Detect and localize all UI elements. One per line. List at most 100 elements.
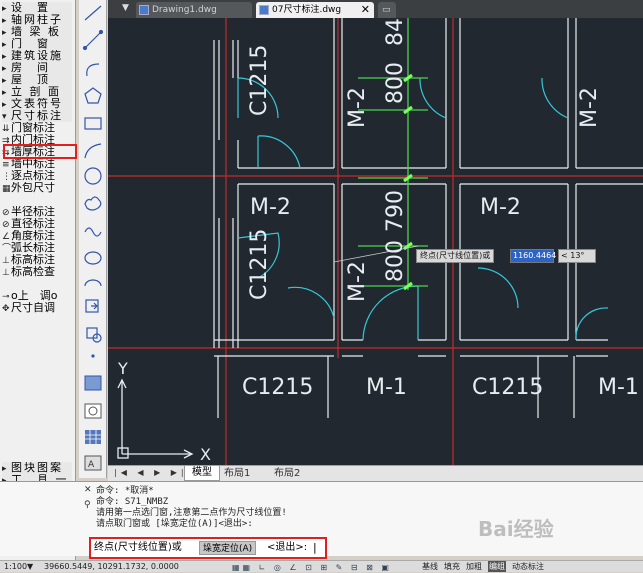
menu-item-label: o上 调o	[11, 290, 58, 302]
text-cursor: |	[313, 541, 317, 554]
menu-item[interactable]: ▸ 墙 梁 板	[2, 26, 72, 38]
new-tab-button[interactable]: ▭	[378, 2, 396, 18]
command-history-line: 请用第一点选门窗,注意第二点作为尺寸线位置!	[96, 508, 287, 518]
menu-item[interactable]: ▸ 图块图案	[2, 462, 72, 474]
label-m2-d: M-2	[577, 87, 602, 128]
menu-item[interactable]: ▸ 文表符号	[2, 98, 72, 110]
draw-toolbar-icons: A	[82, 5, 104, 471]
menu-item[interactable]: ▸ 轴网柱子	[2, 14, 72, 26]
toggle-baseline[interactable]: 基线	[422, 561, 438, 572]
menu-item-label: 门 窗	[11, 38, 50, 50]
menu-item-icon: ▸	[2, 64, 7, 74]
menu-item-icon: ⌒	[2, 244, 12, 254]
dim-text-790: 790	[383, 190, 408, 232]
menu-item-label: 标高标注	[11, 254, 55, 266]
command-history-line: 请点取门窗或 [垛宽定位(A)]<退出>:	[96, 519, 253, 529]
menu-item-label: 弧长标注	[11, 242, 55, 254]
menu-item[interactable]: ▦外包尺寸	[2, 182, 72, 194]
command-prompt: 终点(尺寸线位置)或	[94, 542, 182, 553]
label-m1-a: M-1	[366, 375, 407, 400]
floor-plan: C1215 C1215 C1215 C1215 M-2 M-2 M-2 M-2 …	[108, 18, 643, 465]
menu-item[interactable]: ▸ 立 剖 面	[2, 86, 72, 98]
menu-item[interactable]: ▸ 设 置	[2, 2, 72, 14]
menu-item-icon: ⊥	[2, 256, 10, 266]
toggle-bold[interactable]: 加粗	[466, 561, 482, 572]
drafting-toggle-icons[interactable]: ▦▦ ∟ ◎ ∠ ⊡ ⊞ ✎ ⊟ ⊠ ▣	[232, 562, 392, 573]
command-close-icon[interactable]: ✕	[84, 485, 92, 495]
tab-dimension-dwg[interactable]: 07尺寸标注.dwg ✕	[256, 2, 374, 18]
menu-item[interactable]: ⋮逐点标注	[2, 170, 72, 182]
menu-item[interactable]: ⊥标高标注	[2, 254, 72, 266]
option-pier-width-button[interactable]: 垛宽定位(A)	[199, 541, 257, 555]
menu-item[interactable]: ▸ 房 间	[2, 62, 72, 74]
menu-item-label: 轴网柱子	[11, 14, 63, 26]
tab-drawing1[interactable]: Drawing1.dwg	[136, 2, 252, 18]
dim-text-800-top: 800	[383, 62, 408, 104]
coordinate-readout: 39660.5449, 10291.1732, 0.0000	[44, 562, 179, 571]
menu-item-label: 标高检查	[11, 266, 55, 278]
menu-item[interactable]: ⊸o上 调o	[2, 290, 72, 302]
close-tab-icon[interactable]: ✕	[361, 2, 370, 18]
command-input-line[interactable]: 终点(尺寸线位置)或 垛宽定位(A) <退出>: |	[89, 537, 327, 559]
command-history-line: 命令: S71_NMBZ	[96, 497, 169, 507]
menu-item-icon: ⋮	[2, 172, 11, 182]
draw-toolbar: A	[79, 0, 107, 478]
menu-item-icon: ∠	[2, 232, 11, 242]
menu-item-icon: ▦	[2, 184, 11, 194]
menu-item[interactable]: ⊥标高检查	[2, 266, 72, 278]
exit-option[interactable]: <退出>:	[267, 541, 307, 555]
layout-nav-buttons[interactable]: |◀ ◀ ▶ ▶|	[114, 468, 188, 477]
svg-text:A: A	[88, 460, 95, 470]
tab-menu-chevron-icon[interactable]: ▼	[122, 3, 129, 13]
highlight-box-inner-door-dim	[3, 144, 77, 159]
menu-item-label: 设 置	[11, 2, 50, 14]
command-history-line: 命令: *取消*	[96, 486, 154, 496]
menu-item-label: 房 间	[11, 62, 50, 74]
angle-input-field[interactable]: < 13°	[558, 249, 596, 263]
menu-item[interactable]: ⇊门窗标注	[2, 122, 72, 134]
menu-item[interactable]: ✥尺寸自调	[2, 302, 72, 314]
tab-label: Drawing1.dwg	[152, 5, 217, 15]
menu-item[interactable]: ⊘直径标注	[2, 218, 72, 230]
menu-item-icon: ⊸	[2, 292, 10, 302]
menu-item[interactable]: ▸ 门 窗	[2, 38, 72, 50]
tab-layout2[interactable]: 布局2	[274, 467, 300, 481]
length-input-field[interactable]: 1160.4464	[510, 249, 556, 263]
menu-item-icon: ⇊	[2, 124, 10, 134]
menu-item-label: 角度标注	[11, 230, 55, 242]
menu-item[interactable]: ∠角度标注	[2, 230, 72, 242]
menu-item[interactable]: ⌒弧长标注	[2, 242, 72, 254]
toggle-dynamic-dim[interactable]: 动态标注	[512, 561, 544, 572]
menu-item-icon: ▸	[2, 88, 7, 98]
dim-text-84: 84	[383, 18, 408, 46]
tab-layout1-label: 布局1	[224, 468, 251, 479]
file-tab-bar: ▼ Drawing1.dwg 07尺寸标注.dwg ✕ ▭	[108, 0, 643, 18]
menu-item-label: 尺寸标注	[11, 110, 63, 122]
command-settings-icon[interactable]: ⚲	[84, 500, 91, 510]
drawing-canvas[interactable]: C1215 C1215 C1215 C1215 M-2 M-2 M-2 M-2 …	[108, 18, 643, 465]
menu-item[interactable]: ▸ 屋 顶	[2, 74, 72, 86]
menu-item-icon: ✥	[2, 304, 10, 314]
ucs-y-label: Y	[117, 359, 128, 378]
menu-item[interactable]: ⊘半径标注	[2, 206, 72, 218]
tab-model[interactable]: 模型	[184, 466, 220, 481]
menu-item-icon: ▸	[2, 52, 7, 62]
layout-tab-bar: |◀ ◀ ▶ ▶| 模型 布局1 布局2	[108, 465, 643, 481]
angle-value: < 13°	[561, 251, 585, 260]
tooltip-prompt: 终点(尺寸线位置)或	[420, 251, 491, 260]
menu-item[interactable]: ▸ 建筑设施	[2, 50, 72, 62]
scale-selector[interactable]: 1:100▼	[4, 561, 33, 572]
label-m1-b: M-1	[598, 375, 639, 400]
tab-layout1[interactable]: 布局1	[224, 467, 250, 481]
label-m2-b: M-2	[480, 195, 521, 220]
menu-item[interactable]: ≡墙中标注	[2, 158, 72, 170]
menu-item-icon: ▸	[2, 100, 7, 110]
menu-item-label: 墙中标注	[11, 158, 55, 170]
menu-item-icon: ▾	[2, 112, 7, 122]
status-bar: 1:100▼ 39660.5449, 10291.1732, 0.0000 ▦▦…	[0, 560, 643, 572]
menu-item-label: 建筑设施	[11, 50, 63, 62]
menu-item-label: 外包尺寸	[11, 182, 55, 194]
menu-item[interactable]: ▾ 尺寸标注	[2, 110, 72, 122]
toggle-group[interactable]: 编组	[488, 561, 506, 572]
toggle-fill[interactable]: 填充	[444, 561, 460, 572]
